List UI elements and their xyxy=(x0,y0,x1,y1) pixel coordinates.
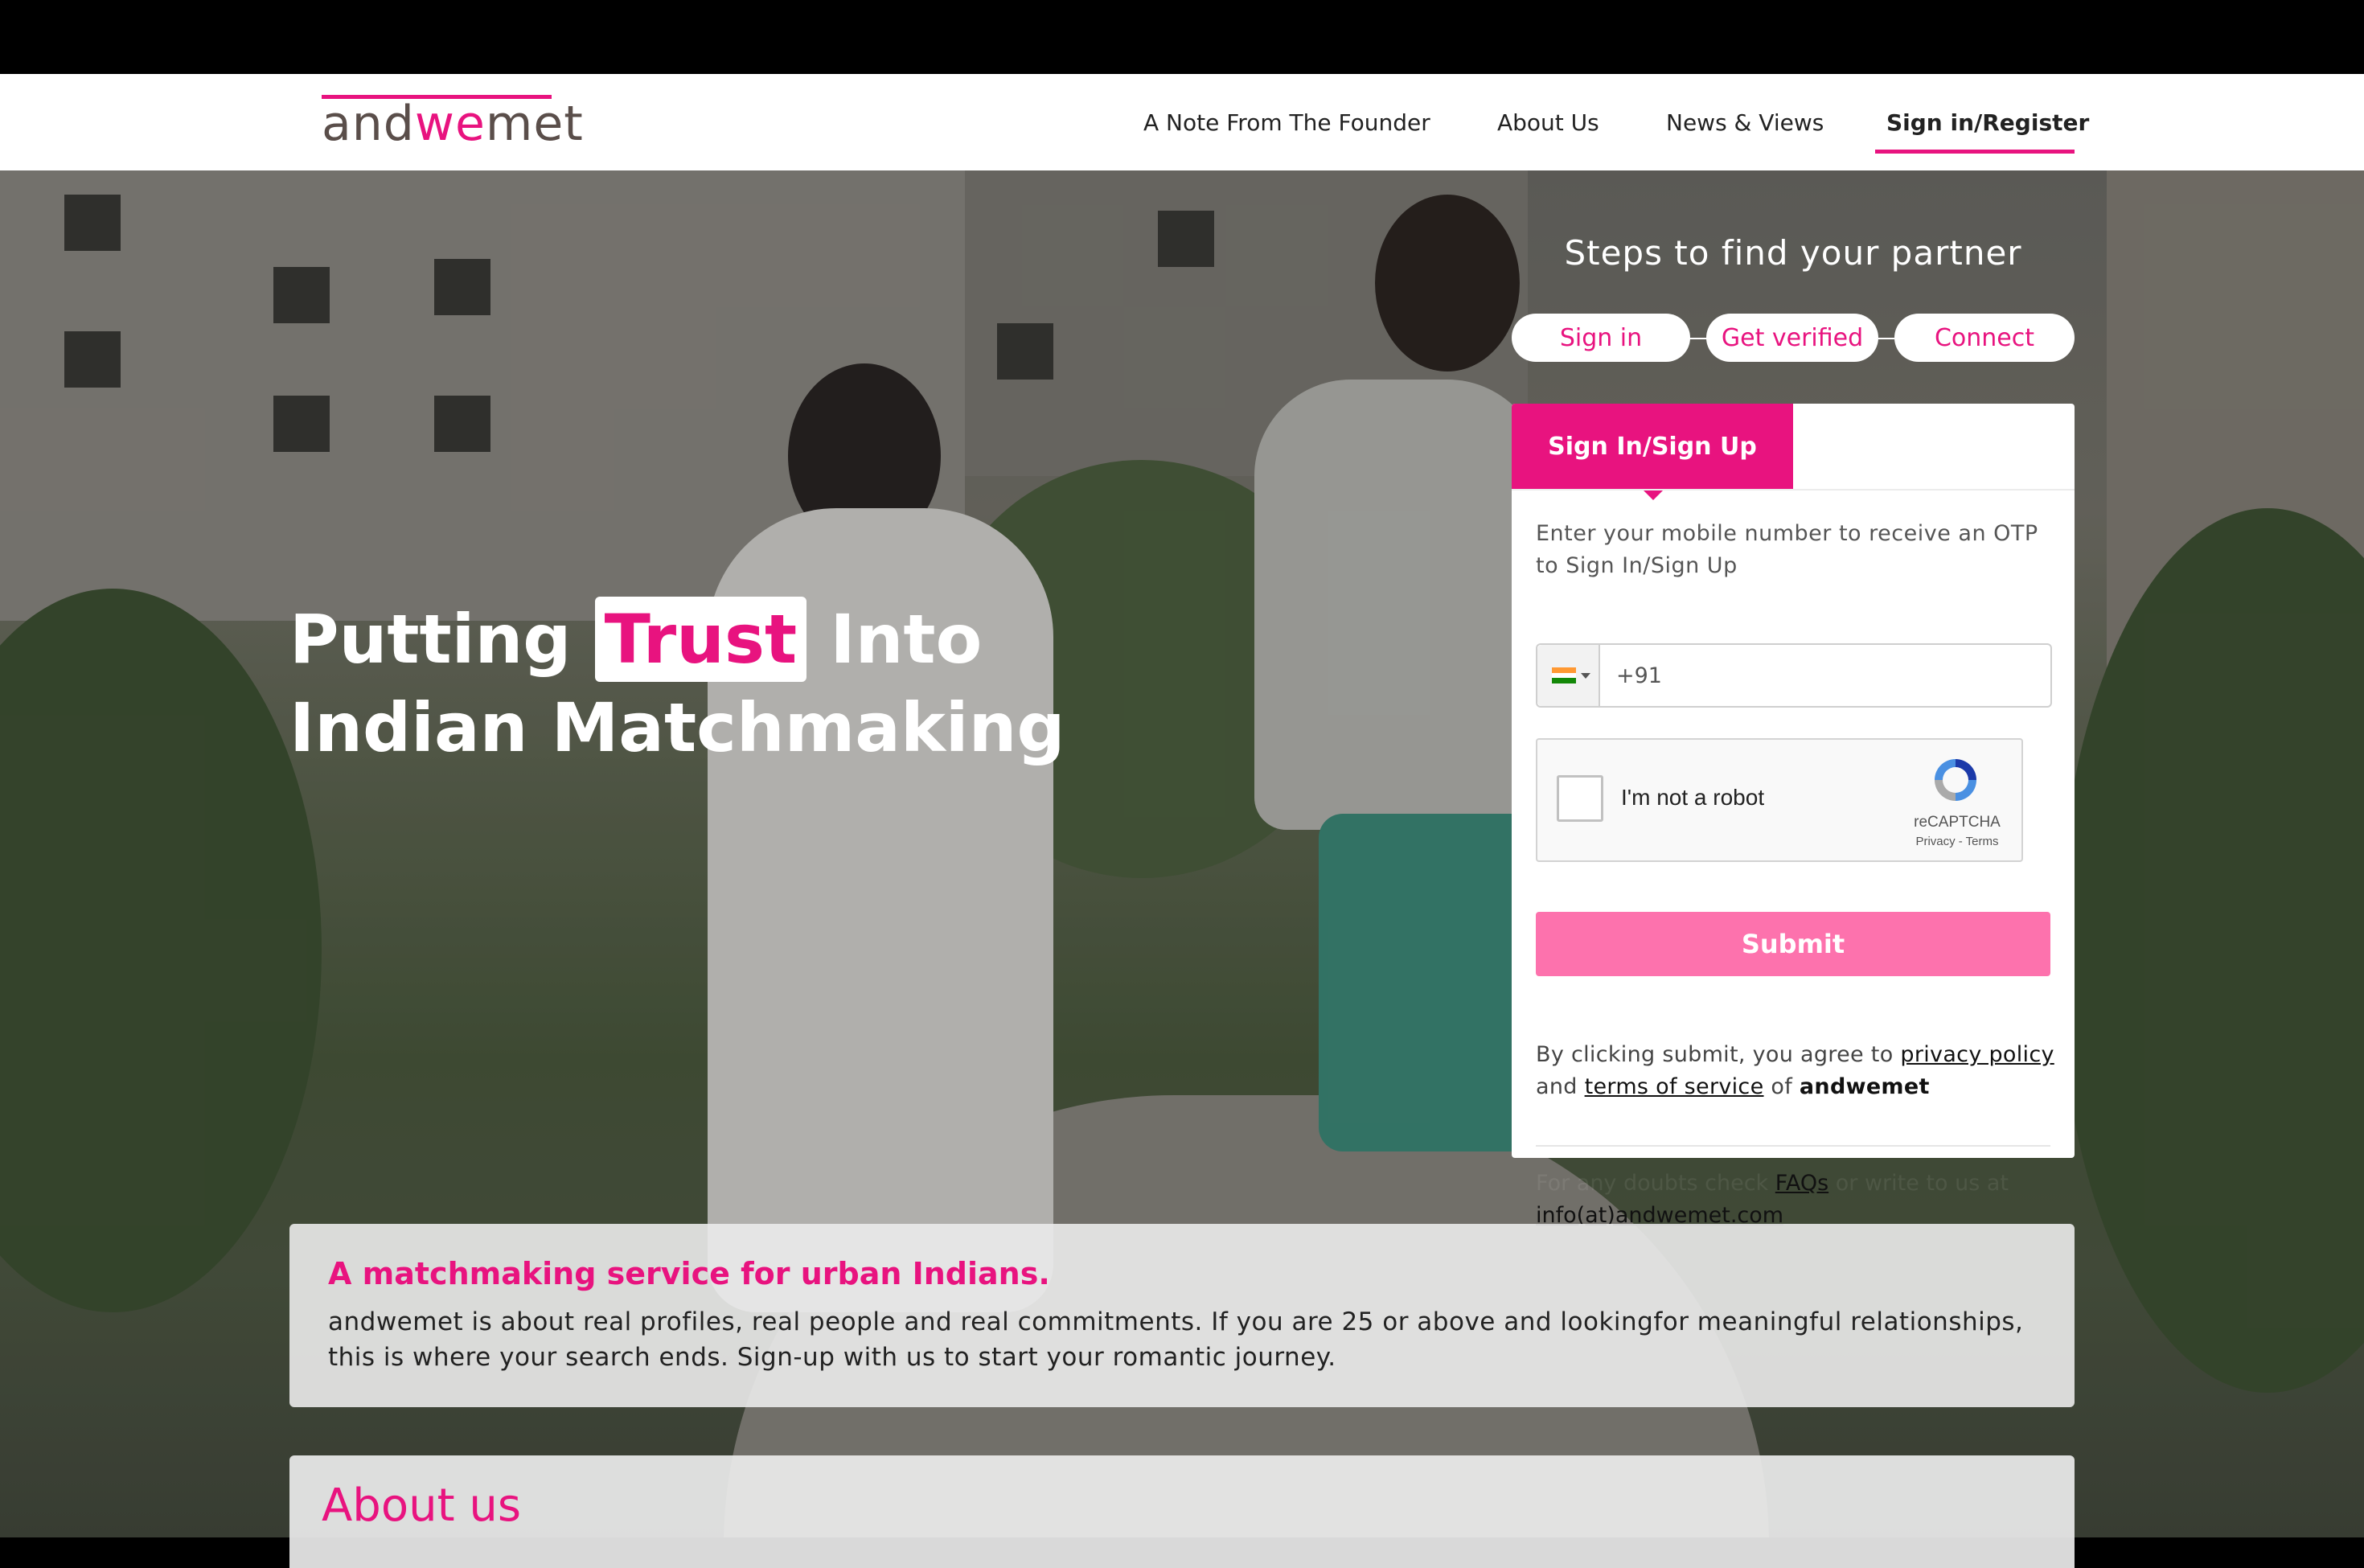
mobile-number-input[interactable] xyxy=(1615,645,2036,708)
india-flag-icon xyxy=(1552,667,1576,683)
faqs-link[interactable]: FAQs xyxy=(1775,1171,1828,1196)
panel-divider xyxy=(1536,1145,2050,1147)
step-get-verified: Get verified xyxy=(1706,314,1878,362)
agreement-brand: andwemet xyxy=(1799,1074,1930,1099)
recaptcha-label: I'm not a robot xyxy=(1621,785,1765,810)
headline-line2: Indian Matchmaking xyxy=(289,688,1065,767)
step-sign-in: Sign in xyxy=(1512,314,1690,362)
phone-field[interactable] xyxy=(1536,643,2052,708)
step-connect: Connect xyxy=(1894,314,2075,362)
agreement-text: By clicking submit, you agree to privacy… xyxy=(1536,1039,2058,1103)
nav-about-link[interactable]: About Us xyxy=(1497,74,1599,170)
about-title: About us xyxy=(322,1480,522,1532)
terms-of-service-link[interactable]: terms of service xyxy=(1585,1074,1764,1099)
caret-down-icon xyxy=(1581,673,1590,679)
browser-top-bar xyxy=(0,0,2364,74)
step-connector xyxy=(1878,338,1894,339)
country-code-dropdown[interactable] xyxy=(1537,645,1600,706)
agreement-of: of xyxy=(1771,1074,1793,1099)
nav-news-link[interactable]: News & Views xyxy=(1666,74,1824,170)
recaptcha-privacy-terms[interactable]: Privacy - Terms xyxy=(1898,835,2017,848)
agreement-and: and xyxy=(1536,1074,1578,1099)
nav-signin-link[interactable]: Sign in/Register xyxy=(1886,74,2089,170)
privacy-policy-link[interactable]: privacy policy xyxy=(1900,1042,2054,1067)
tab-sign-in-sign-up[interactable]: Sign In/Sign Up xyxy=(1512,404,1793,489)
submit-button[interactable]: Submit xyxy=(1536,912,2050,976)
headline-word: Putting xyxy=(289,600,572,679)
recaptcha-checkbox[interactable] xyxy=(1557,775,1603,822)
nav-founder-link[interactable]: A Note From The Founder xyxy=(1143,74,1430,170)
agreement-prefix: By clicking submit, you agree to xyxy=(1536,1042,1894,1067)
faq-prefix: For any doubts check xyxy=(1536,1171,1769,1196)
recaptcha-icon xyxy=(1935,759,1976,801)
faq-middle: or write to us at xyxy=(1835,1171,2009,1196)
recaptcha-brand: reCAPTCHA xyxy=(1914,814,2001,831)
tab-active-notch xyxy=(1642,489,1664,500)
intro-title: A matchmaking service for urban Indians. xyxy=(328,1256,1050,1291)
intro-body: andwemet is about real profiles, real pe… xyxy=(328,1307,2024,1372)
steps-title: Steps to find your partner xyxy=(1564,233,2022,273)
logo-text: andwemet xyxy=(322,96,584,152)
nav-active-underline xyxy=(1875,150,2075,154)
headline-word: Into xyxy=(830,600,983,679)
tab-divider xyxy=(1512,489,2075,491)
headline-highlight: Trust xyxy=(594,597,807,682)
step-connector xyxy=(1689,338,1708,339)
hero-headline: Putting Trust Into Indian Matchmaking xyxy=(289,595,1065,772)
otp-instructions: Enter your mobile number to receive an O… xyxy=(1536,521,2038,578)
intro-card: A matchmaking service for urban Indians.… xyxy=(289,1224,2075,1407)
faq-help-text: For any doubts check FAQs or write to us… xyxy=(1536,1168,2066,1232)
about-section: About us xyxy=(289,1455,2075,1568)
sign-in-panel: Sign In/Sign Up Enter your mobile number… xyxy=(1512,404,2075,1158)
recaptcha-widget: I'm not a robot reCAPTCHA Privacy - Term… xyxy=(1536,738,2023,862)
